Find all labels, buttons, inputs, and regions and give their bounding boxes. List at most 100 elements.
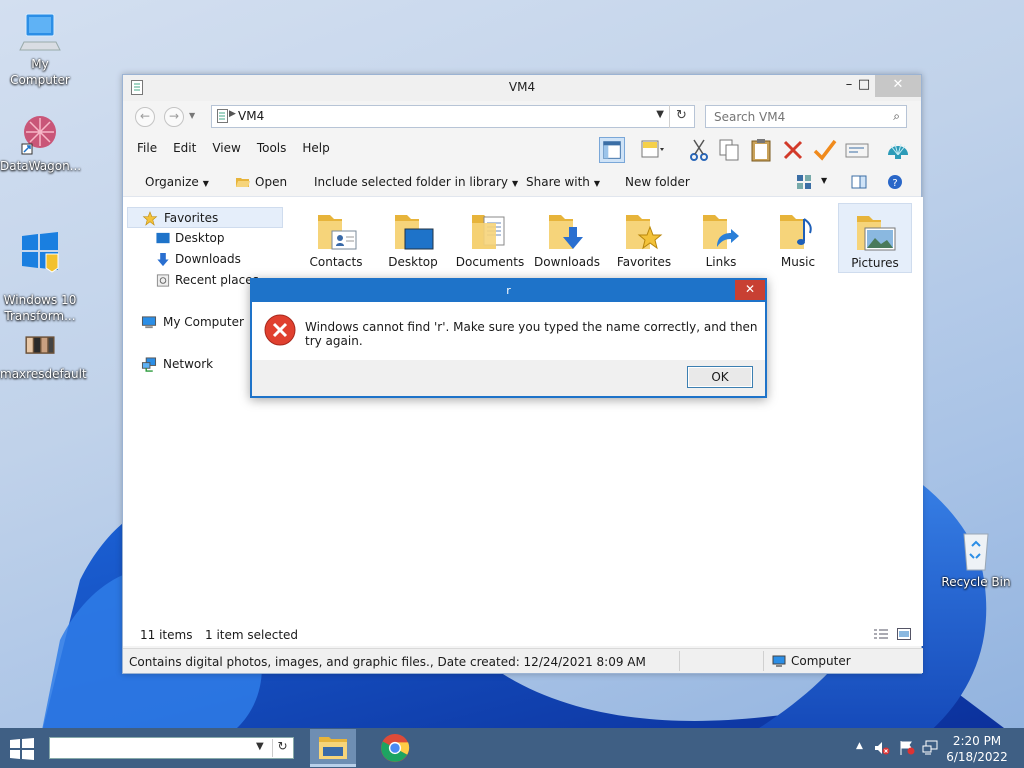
organize-label: Organize [145,175,199,189]
recent-places-icon [156,274,170,287]
folder-contacts[interactable]: Contacts [299,207,373,273]
window-titlebar[interactable]: VM4 – □ ✕ [123,75,921,101]
recent-locations-icon[interactable]: ▼ [189,111,195,120]
shell-icon[interactable] [885,137,911,163]
breadcrumb-chevron-icon[interactable]: ▶ [229,109,236,119]
downloads-folder-icon [549,215,583,249]
nav-downloads[interactable]: Downloads [127,249,283,270]
open-button[interactable]: Open [235,175,287,189]
details-view-icon[interactable] [874,628,888,640]
nav-label: Favorites [164,211,219,225]
include-in-library-button[interactable]: Include selected folder in library ▼ [314,175,518,189]
checkmark-icon[interactable] [812,137,838,163]
desktop-icon-windows10-transform[interactable]: Windows 10 Transform... [0,214,80,324]
image-thumbnail-icon [25,336,55,354]
chevron-down-icon[interactable]: ▼ [256,741,264,752]
folder-documents[interactable]: Documents [453,207,527,273]
menu-tools[interactable]: Tools [249,141,295,155]
share-with-button[interactable]: Share with ▼ [526,175,600,189]
document-icon [217,109,228,123]
dialog-title: r [506,284,511,297]
open-label: Open [255,175,288,189]
address-bar[interactable]: ▶ VM4 ▼ [211,105,695,128]
notification-flag-icon[interactable] [899,740,915,756]
status-message: Contains digital photos, images, and gra… [129,655,646,669]
refresh-button[interactable]: ↻ [669,105,693,128]
volume-muted-icon[interactable] [874,740,890,756]
taskbar-clock[interactable]: 2:20 PM 6/18/2022 [942,733,1012,765]
desktop-icon-recycle-bin[interactable]: Recycle Bin [936,528,1016,590]
desktop-icon-datawagon[interactable]: DataWagon... [0,112,81,174]
folder-label: Favorites [616,255,672,269]
desktop-icon-label: Windows 10 Transform... [3,293,77,323]
dialog-message: Windows cannot find 'r'. Make sure you t… [305,320,758,348]
large-icons-view-icon[interactable] [897,628,911,640]
taskbar-search-box[interactable]: ▼ ↻ [49,737,294,759]
organize-button[interactable]: Organize ▼ [145,175,209,189]
favorites-folder-icon [626,215,663,250]
forward-button[interactable]: → [164,107,184,127]
breadcrumb[interactable]: VM4 [238,109,264,123]
folder-music[interactable]: Music [761,207,835,273]
folder-pictures[interactable]: Pictures [838,203,912,273]
folder-desktop[interactable]: Desktop [376,207,450,273]
delete-icon[interactable] [780,137,806,163]
command-bar: Organize ▼ Open Include selected folder i… [123,167,921,197]
nav-favorites[interactable]: Favorites [127,207,283,228]
nav-desktop[interactable]: Desktop [127,228,283,249]
preview-pane-icon[interactable] [851,174,867,190]
computer-icon [19,13,61,51]
error-dialog: r ✕ Windows cannot find 'r'. Make sure y… [250,278,767,398]
network-icon[interactable] [922,740,938,756]
search-input[interactable] [706,106,876,127]
folder-open-icon [236,178,250,187]
menu-view[interactable]: View [204,141,248,155]
close-button[interactable]: ✕ [875,75,921,97]
svg-text:?: ? [892,178,897,189]
dialog-close-button[interactable]: ✕ [735,280,765,300]
nav-label: Recent places [175,273,259,287]
chevron-down-icon: ▼ [202,179,209,188]
nav-label: Network [163,357,214,371]
star-icon [142,211,158,226]
menu-file[interactable]: File [129,141,165,155]
copy-icon[interactable] [716,137,742,163]
computer-icon [772,655,786,667]
folder-links[interactable]: Links [684,207,758,273]
taskbar-file-explorer[interactable] [310,729,356,767]
start-button-windows-icon[interactable] [8,737,36,761]
cut-icon[interactable] [686,137,712,163]
ok-button[interactable]: OK [687,366,753,388]
details-bar: 11 items 1 item selected [123,622,923,646]
folder-downloads[interactable]: Downloads [530,207,604,273]
back-button[interactable]: ← [135,107,155,127]
dialog-titlebar[interactable]: r ✕ [252,280,765,302]
menu-edit[interactable]: Edit [165,141,204,155]
chevron-down-icon[interactable]: ▼ [821,176,827,185]
maximize-button[interactable]: □ [850,75,878,97]
menu-help[interactable]: Help [294,141,337,155]
refresh-icon[interactable]: ↻ [272,739,292,757]
desktop-icon-my-computer[interactable]: My Computer [0,10,80,88]
search-icon[interactable]: ⌕ [893,109,900,124]
music-folder-icon [780,215,812,249]
folder-label: Contacts [309,255,363,269]
layout-pane-icon[interactable] [599,137,625,163]
view-options-icon[interactable] [639,137,665,163]
nav-label: Downloads [175,252,241,266]
change-view-icon[interactable] [796,174,812,190]
contacts-folder-icon [318,215,357,250]
chevron-down-icon[interactable]: ▼ [656,109,664,120]
desktop-icon-maxresdefault[interactable]: maxresdefault [0,332,87,382]
status-divider [679,651,680,671]
show-hidden-icons-icon[interactable]: ▲ [856,741,863,751]
new-folder-button[interactable]: New folder [625,175,690,189]
chrome-icon [380,733,410,763]
help-icon[interactable]: ? [887,174,903,190]
taskbar-chrome[interactable] [372,729,418,767]
folder-favorites[interactable]: Favorites [607,207,681,273]
properties-icon[interactable] [844,137,870,163]
paste-icon[interactable] [748,137,774,163]
computer-icon [141,316,157,329]
search-box[interactable]: ⌕ [705,105,907,128]
